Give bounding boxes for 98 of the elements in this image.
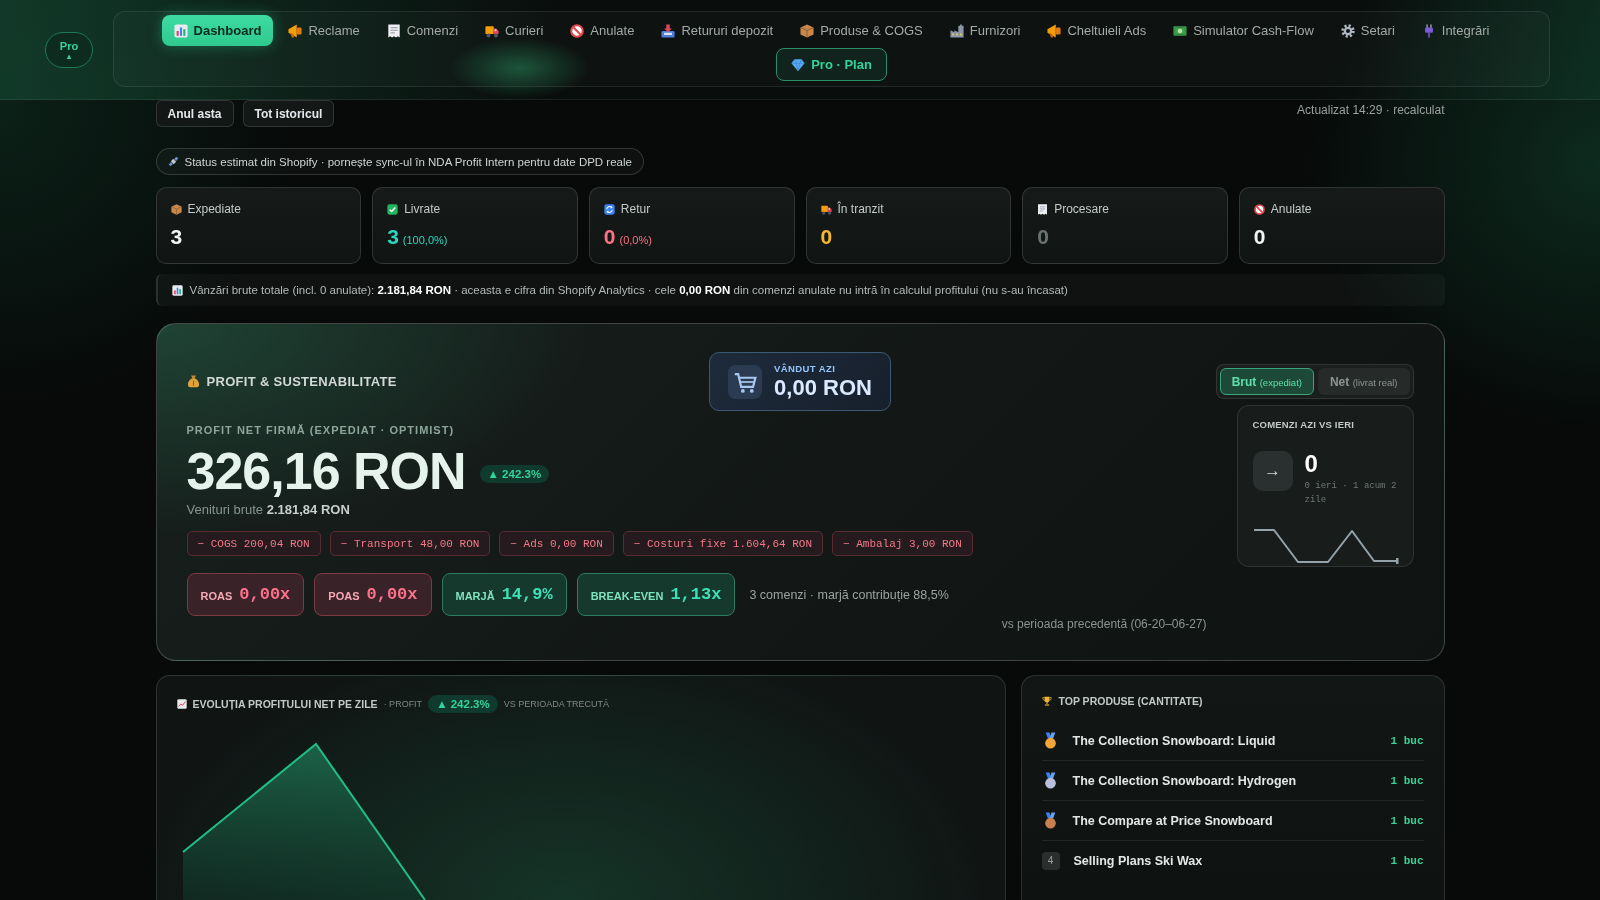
mode-button[interactable]: Brut (expediat) <box>1219 368 1314 395</box>
money-bag-icon <box>186 375 200 388</box>
deduction-chip: − Ads 0,00 RON <box>499 531 614 556</box>
kpi-value: 0 <box>1037 224 1049 250</box>
period-button[interactable]: Anul asta <box>155 100 234 127</box>
nav-tab[interactable]: Setari <box>1328 15 1407 46</box>
nav-tab[interactable]: Retururi depozit <box>649 15 786 46</box>
orders-detail: 0 ieri · 1 acum 2 zile <box>1304 480 1398 507</box>
nav-tab[interactable]: Comenzi <box>374 15 470 46</box>
product-name: The Collection Snowboard: Liquid <box>1072 733 1277 748</box>
chart-title: EVOLUȚIA PROFITULUI NET PE ZILE <box>192 698 378 710</box>
profit-amount: 326,16 RON <box>186 443 466 499</box>
nav-tab[interactable]: Integrări <box>1409 15 1502 46</box>
deduction-chip: − COGS 200,04 RON <box>186 531 321 556</box>
package-icon <box>800 23 815 38</box>
product-name: Selling Plans Ski Wax <box>1073 853 1204 868</box>
orders-title: COMENZI AZI VS IERI <box>1252 419 1356 431</box>
megaphone-icon <box>1047 23 1062 38</box>
product-quantity: 1 buc <box>1390 774 1424 787</box>
metric-label: POAS <box>328 590 360 602</box>
product-quantity: 1 buc <box>1390 814 1424 827</box>
bar-chart-icon <box>173 23 188 38</box>
kpi-value: 0 <box>1253 224 1266 250</box>
change-badge: ▲ 242.3% <box>428 695 498 713</box>
arrows-icon <box>603 203 615 215</box>
chart-comparison: VS PERIOADA TRECUTĂ <box>503 699 610 709</box>
receipt-icon <box>386 23 401 38</box>
chart-subtitle: · PROFIT <box>383 699 423 709</box>
package-icon <box>170 203 182 215</box>
product-quantity: 1 buc <box>1390 734 1424 747</box>
sold-today-value: 0,00 RON <box>774 374 872 401</box>
rank-badge: 4 <box>1041 851 1060 870</box>
sales-note-text: Vânzări brute totale (incl. 0 anulate): 2.181,84 RON · aceasta e cifra din Shopify Analytics · cele 0,00 RON din comenzi anulate nu intră în calculul profitului (nu s-au încasat) <box>189 284 1068 296</box>
updated-text: Actualizat 14:29 · recalculat <box>1297 103 1445 117</box>
metric-label: MARJĂ <box>455 590 495 602</box>
nav-tab[interactable]: Furnizori <box>937 15 1033 46</box>
nav-tab[interactable]: Simulator Cash-Flow <box>1161 15 1326 46</box>
deduction-chip: − Costuri fixe 1.604,64 RON <box>622 531 823 556</box>
metric-value: 1,13x <box>670 585 722 604</box>
check-box-icon <box>387 203 399 215</box>
receipt-icon <box>1037 203 1049 215</box>
comparison-text: vs perioada precedentă (06-20–06-27) <box>1001 616 1207 632</box>
inbox-tray-icon <box>661 23 676 38</box>
satellite-icon <box>167 156 179 167</box>
nav-tab[interactable]: Dashboard <box>161 15 274 46</box>
deduction-chip: − Ambalaj 3,00 RON <box>832 531 973 556</box>
metric-value: 14,9% <box>501 585 553 604</box>
product-quantity: 1 buc <box>1390 854 1424 867</box>
top-products-title: TOP PRODUSE (CANTITATE) <box>1058 694 1203 709</box>
mode-button[interactable]: Net (livrat real) <box>1317 368 1410 395</box>
kpi-value: 3 <box>387 224 399 250</box>
nav-tab[interactable]: Produse & COGS <box>788 15 935 46</box>
kpi-label: Livrate <box>404 201 441 217</box>
line-chart-icon <box>176 699 187 709</box>
nav-tab[interactable]: Reclame <box>276 15 372 46</box>
kpi-share: (0,0%) <box>619 233 652 247</box>
bar-chart-icon <box>171 284 183 296</box>
nav-tab[interactable]: Cheltuieli Ads <box>1035 15 1159 46</box>
kpi-label: Anulate <box>1270 201 1312 217</box>
metrics-note: 3 comenzi · marjă contribuție 88,5% <box>749 587 949 602</box>
trophy-icon <box>1041 696 1052 706</box>
cart-icon <box>728 364 763 399</box>
prohibited-icon <box>570 23 585 38</box>
factory-icon <box>949 23 964 38</box>
kpi-share: (100,0%) <box>402 233 448 247</box>
nav-tab[interactable]: Anulate <box>558 15 647 46</box>
profit-kicker: PROFIT NET FIRMĂ (EXPEDIAT · OPTIMIST) <box>186 423 455 437</box>
kpi-value: 0 <box>603 224 616 250</box>
kpi-label: Retur <box>620 201 651 217</box>
kpi-label: Expediate <box>187 201 241 217</box>
nav-tab[interactable]: Curieri <box>473 15 556 46</box>
prohibited-icon <box>1253 203 1265 215</box>
kpi-label: În tranzit <box>837 201 884 217</box>
truck-icon <box>820 203 832 215</box>
truck-icon <box>485 23 499 38</box>
notice-text: Status estimat din Shopify · pornește sync-ul în NDA Profit Intern pentru date DPD reale <box>184 155 632 168</box>
kpi-label: Procesare <box>1054 201 1109 217</box>
change-badge: ▲ 242.3% <box>479 465 550 483</box>
plan-button[interactable]: Pro · Plan <box>776 48 887 81</box>
metric-value: 0,00x <box>366 585 418 604</box>
product-name: The Collection Snowboard: Hydrogen <box>1072 773 1298 788</box>
banknote-icon <box>1173 23 1188 38</box>
sold-today-label: VÂNDUT AZI <box>774 362 837 375</box>
metric-value: 0,00x <box>239 585 291 604</box>
plan-badge[interactable]: Pro ▴ <box>45 32 93 68</box>
kpi-value: 3 <box>170 224 183 250</box>
orders-value: 0 <box>1304 451 1318 477</box>
metric-label: BREAK-EVEN <box>590 590 664 602</box>
product-name: The Compare at Price Snowboard <box>1072 813 1274 828</box>
revenue-text: Venituri brute 2.181,84 RON <box>186 501 350 519</box>
gear-icon <box>1340 23 1355 38</box>
kpi-value: 0 <box>820 224 833 250</box>
gem-icon <box>791 57 806 72</box>
section-title: PROFIT & SUSTENABILITATE <box>206 374 397 389</box>
megaphone-icon <box>288 23 303 38</box>
metric-label: ROAS <box>200 590 233 602</box>
deduction-chip: − Transport 48,00 RON <box>329 531 491 556</box>
period-button[interactable]: Tot istoricul <box>242 100 335 127</box>
